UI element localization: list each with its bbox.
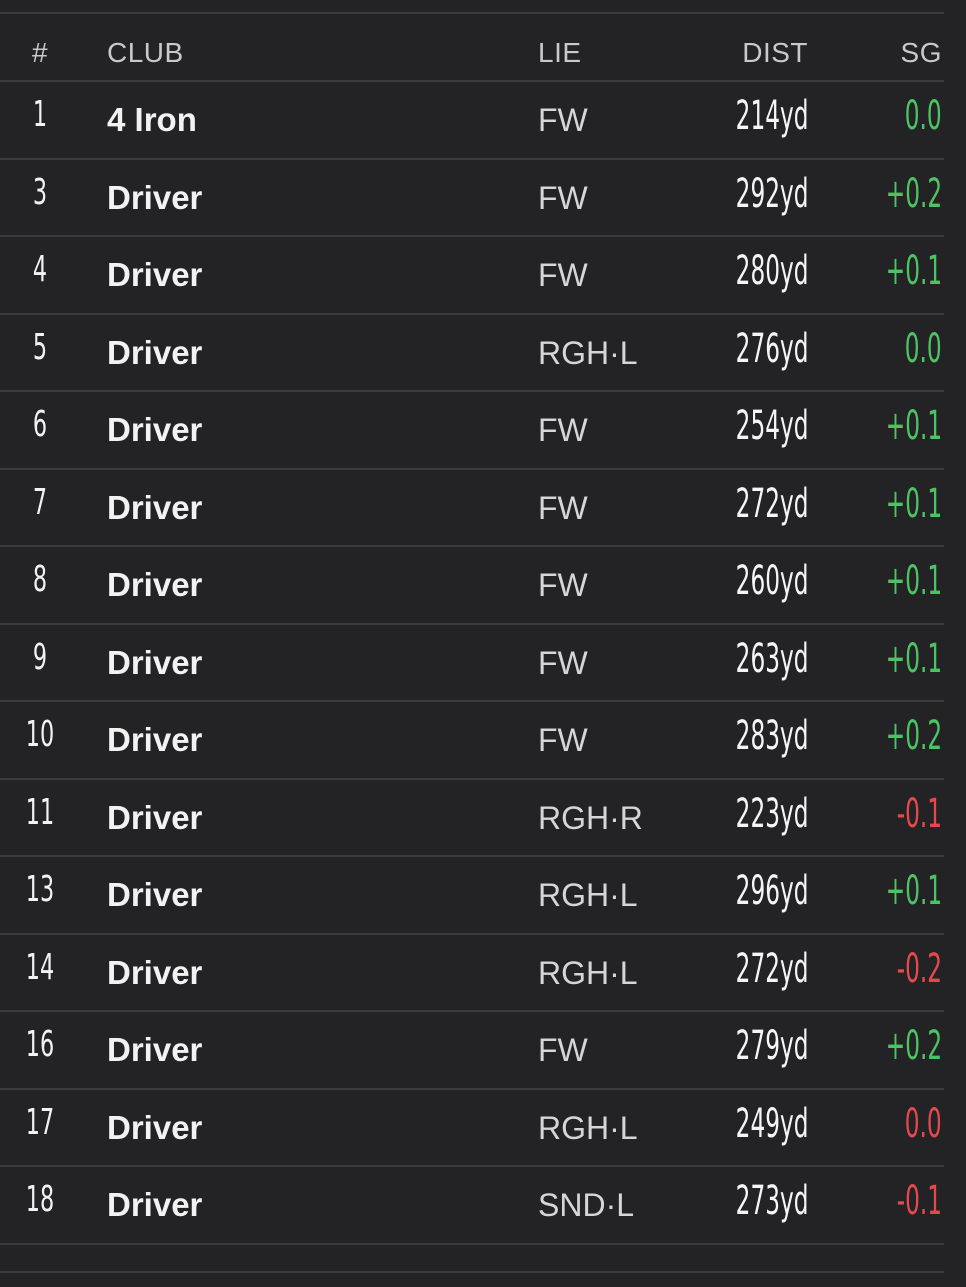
table-row[interactable]: 11 Driver RGH·R 223yd -0.1 — [0, 780, 944, 857]
table-row[interactable]: 4 Driver FW 280yd +0.1 — [0, 237, 944, 315]
distance-value: 214yd — [735, 93, 808, 139]
hole-number: 18 — [25, 1179, 55, 1220]
lie-value: RGH·R — [538, 799, 643, 836]
lie-value: FW — [538, 722, 588, 758]
hole-number: 8 — [32, 559, 48, 600]
distance-value: 249yd — [735, 1100, 808, 1147]
club-name: Driver — [107, 488, 203, 526]
strokes-gained-value: +0.2 — [885, 713, 942, 759]
distance-value: 272yd — [735, 480, 808, 527]
table-row[interactable]: 5 Driver RGH·L 276yd 0.0 — [0, 315, 944, 392]
distance-value: 273yd — [735, 1178, 808, 1224]
club-name: Driver — [107, 1031, 203, 1068]
strokes-gained-value: 0.0 — [905, 93, 942, 139]
lie-value: RGH·L — [538, 1109, 638, 1146]
table-row[interactable]: 10 Driver FW 283yd +0.2 — [0, 702, 944, 780]
lie-value: FW — [538, 179, 588, 216]
club-name: 4 Iron — [107, 101, 197, 138]
table-row[interactable]: 8 Driver FW 260yd +0.1 — [0, 547, 944, 625]
header-dist[interactable]: DIST — [742, 37, 808, 69]
distance-value: 254yd — [735, 403, 808, 449]
strokes-gained-value: 0.0 — [905, 325, 942, 372]
table-row[interactable]: 16 Driver FW 279yd +0.2 — [0, 1012, 944, 1090]
hole-number: 17 — [25, 1101, 55, 1143]
header-lie[interactable]: LIE — [538, 37, 582, 69]
hole-number: 6 — [32, 404, 48, 445]
club-name: Driver — [107, 1108, 203, 1146]
lie-value: FW — [538, 644, 588, 681]
hole-number: 3 — [32, 171, 48, 213]
distance-value: 296yd — [735, 868, 808, 914]
hole-number: 10 — [25, 714, 55, 755]
hole-number: 4 — [32, 249, 48, 290]
club-name: Driver — [107, 566, 203, 603]
distance-value: 272yd — [735, 945, 808, 992]
hole-number: 13 — [25, 869, 55, 910]
header-num[interactable]: # — [0, 37, 80, 69]
lie-value: FW — [538, 257, 588, 293]
strokes-gained-value: +0.1 — [885, 480, 942, 527]
strokes-gained-value: 0.0 — [905, 1100, 942, 1147]
distance-value: 292yd — [735, 170, 808, 217]
lie-value: RGH·L — [538, 877, 638, 913]
club-name: Driver — [107, 333, 203, 371]
strokes-gained-value: +0.1 — [885, 558, 942, 604]
header-sg[interactable]: SG — [901, 37, 942, 69]
shot-table: # CLUB LIE DIST SG 1 4 Iron FW 214yd 0.0 3 Dri… — [0, 14, 944, 1245]
hole-number: 9 — [32, 636, 48, 678]
strokes-gained-value: -0.1 — [896, 1178, 942, 1224]
club-name: Driver — [107, 178, 203, 216]
table-row[interactable]: 14 Driver RGH·L 272yd -0.2 — [0, 935, 944, 1012]
lie-value: FW — [538, 412, 588, 448]
distance-value: 276yd — [735, 325, 808, 372]
hole-number: 16 — [25, 1024, 55, 1065]
club-name: Driver — [107, 721, 203, 758]
club-name: Driver — [107, 1186, 203, 1223]
distance-value: 223yd — [735, 790, 808, 837]
table-row[interactable]: 3 Driver FW 292yd +0.2 — [0, 160, 944, 237]
strokes-gained-value: -0.2 — [896, 945, 942, 992]
strokes-gained-value: -0.1 — [896, 790, 942, 837]
table-row[interactable]: 13 Driver RGH·L 296yd +0.1 — [0, 857, 944, 935]
table-row[interactable]: 1 4 Iron FW 214yd 0.0 — [0, 82, 944, 160]
distance-value: 280yd — [735, 248, 808, 294]
strokes-gained-value: +0.1 — [885, 403, 942, 449]
club-name: Driver — [107, 256, 203, 293]
lie-value: RGH·L — [538, 334, 638, 371]
lie-value: FW — [538, 1032, 588, 1068]
distance-value: 263yd — [735, 635, 808, 682]
hole-number: 7 — [32, 481, 48, 523]
strokes-gained-value: +0.1 — [885, 868, 942, 914]
distance-value: 279yd — [735, 1023, 808, 1069]
club-name: Driver — [107, 798, 203, 836]
header-club[interactable]: CLUB — [107, 37, 184, 69]
strokes-gained-value: +0.2 — [885, 170, 942, 217]
bottom-divider — [0, 1271, 944, 1273]
table-row[interactable]: 6 Driver FW 254yd +0.1 — [0, 392, 944, 470]
hole-number: 14 — [25, 946, 55, 988]
table-header: # CLUB LIE DIST SG — [0, 14, 944, 82]
table-row[interactable]: 17 Driver RGH·L 249yd 0.0 — [0, 1090, 944, 1167]
table-row[interactable]: 7 Driver FW 272yd +0.1 — [0, 470, 944, 547]
table-body: 1 4 Iron FW 214yd 0.0 3 Driver FW 292yd +0.2 4 Driv… — [0, 82, 944, 1245]
distance-value: 260yd — [735, 558, 808, 604]
club-name: Driver — [107, 643, 203, 681]
table-row[interactable]: 9 Driver FW 263yd +0.1 — [0, 625, 944, 702]
hole-number: 5 — [32, 326, 48, 368]
lie-value: RGH·L — [538, 954, 638, 991]
strokes-gained-value: +0.1 — [885, 248, 942, 294]
club-name: Driver — [107, 411, 203, 448]
lie-value: FW — [538, 489, 588, 526]
table-row[interactable]: 18 Driver SND·L 273yd -0.1 — [0, 1167, 944, 1245]
lie-value: FW — [538, 102, 588, 138]
distance-value: 283yd — [735, 713, 808, 759]
lie-value: SND·L — [538, 1187, 635, 1223]
strokes-gained-value: +0.1 — [885, 635, 942, 682]
club-name: Driver — [107, 876, 203, 913]
strokes-gained-value: +0.2 — [885, 1023, 942, 1069]
club-name: Driver — [107, 953, 203, 991]
hole-number: 11 — [25, 791, 55, 833]
lie-value: FW — [538, 567, 588, 603]
hole-number: 1 — [32, 94, 48, 135]
